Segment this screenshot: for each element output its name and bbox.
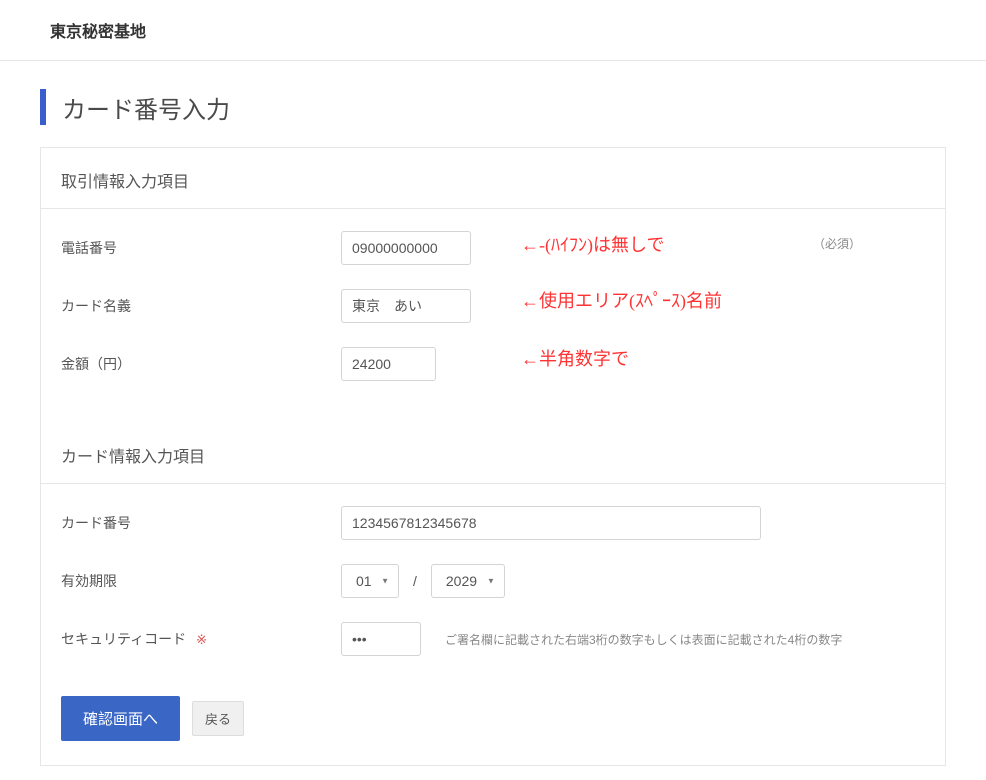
form-card: 取引情報入力項目 電話番号 ←-(ﾊｲﾌﾝ)は無しで （必須） カード名義 ←使… [40, 147, 946, 766]
control-amount [341, 347, 925, 381]
confirm-button[interactable]: 確認画面へ [61, 696, 180, 741]
cvc-required-mark: ※ [196, 632, 207, 647]
label-cardname: カード名義 [61, 296, 341, 316]
cvc-helper: ご署名欄に記載された右端3桁の数字もしくは表面に記載された4桁の数字 [445, 631, 842, 648]
amount-input[interactable] [341, 347, 436, 381]
control-cardname [341, 289, 925, 323]
actions: 確認画面へ 戻る [41, 678, 945, 765]
phone-input[interactable] [341, 231, 471, 265]
page-title-bar [40, 89, 46, 125]
section-heading-cardinfo: カード情報入力項目 [41, 423, 945, 484]
page-title-wrap: カード番号入力 [0, 61, 986, 137]
label-phone: 電話番号 [61, 238, 341, 258]
site-title: 東京秘密基地 [50, 18, 936, 42]
label-cvc-text: セキュリティコード [61, 631, 186, 647]
row-amount: 金額（円） ←半角数字で [61, 335, 925, 393]
control-expiry: 01 / 2029 [341, 564, 925, 598]
label-amount: 金額（円） [61, 354, 341, 374]
label-expiry: 有効期限 [61, 571, 341, 591]
row-cvc: セキュリティコード ※ ご署名欄に記載された右端3桁の数字もしくは表面に記載され… [61, 610, 925, 668]
expiry-month-select[interactable]: 01 [341, 564, 399, 598]
row-expiry: 有効期限 01 / 2029 [61, 552, 925, 610]
row-cardnumber: カード番号 [61, 494, 925, 552]
label-cardnumber: カード番号 [61, 513, 341, 533]
expiry-month-wrap: 01 [341, 564, 399, 598]
row-phone: 電話番号 ←-(ﾊｲﾌﾝ)は無しで （必須） [61, 219, 925, 277]
label-cvc: セキュリティコード ※ [61, 629, 341, 649]
expiry-separator: / [413, 573, 417, 589]
expiry-year-wrap: 2029 [431, 564, 505, 598]
section-body-cardinfo: カード番号 有効期限 01 / 2029 [41, 484, 945, 678]
cvc-input[interactable] [341, 622, 421, 656]
section-body-transaction: 電話番号 ←-(ﾊｲﾌﾝ)は無しで （必須） カード名義 ←使用エリア(ｽﾍﾟｰ… [41, 209, 945, 403]
expiry-year-select[interactable]: 2029 [431, 564, 505, 598]
required-tag-phone: （必須） [813, 235, 861, 252]
cardnumber-input[interactable] [341, 506, 761, 540]
control-cvc: ご署名欄に記載された右端3桁の数字もしくは表面に記載された4桁の数字 [341, 622, 925, 656]
row-cardname: カード名義 ←使用エリア(ｽﾍﾟｰｽ)名前 [61, 277, 925, 335]
control-cardnumber [341, 506, 925, 540]
back-button[interactable]: 戻る [192, 701, 244, 736]
header: 東京秘密基地 [0, 0, 986, 61]
cardname-input[interactable] [341, 289, 471, 323]
section-heading-transaction: 取引情報入力項目 [41, 148, 945, 209]
page-title: カード番号入力 [62, 90, 230, 125]
